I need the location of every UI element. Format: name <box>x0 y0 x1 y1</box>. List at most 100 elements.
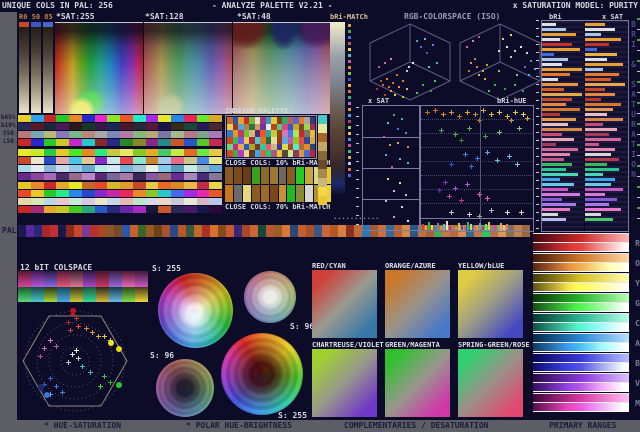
primary-range-bar-light <box>533 383 629 392</box>
strip-segment <box>196 115 210 122</box>
strip-segment <box>94 149 108 156</box>
primary-range-bar-light <box>533 323 629 332</box>
unique-cols-label: UNIQUE COLS IN PAL: 256 <box>2 1 113 10</box>
xsat-point <box>401 118 403 120</box>
bri-match-dot <box>348 102 351 105</box>
strip-segment <box>107 123 120 130</box>
cube-point <box>528 74 530 76</box>
primary-range-letter: B <box>635 359 640 368</box>
strip-segment <box>145 131 159 138</box>
strip-segment <box>171 123 184 130</box>
colspace-tile <box>109 271 122 287</box>
strip-segment <box>94 173 108 180</box>
strip-segment <box>18 165 31 172</box>
strip-segment <box>196 198 210 205</box>
cube-point <box>472 40 474 42</box>
strip-segment <box>132 115 146 122</box>
bri-bar <box>542 63 562 66</box>
bri-hue-point <box>521 212 522 213</box>
hue-sat-point <box>72 354 73 355</box>
bri-hue-point <box>497 160 498 161</box>
strip-segment <box>81 157 95 164</box>
cube-point <box>430 90 432 92</box>
cube-point <box>482 70 484 72</box>
cube-point <box>390 90 392 92</box>
cube-point <box>382 84 384 86</box>
strip-label-b65: b65% <box>1 114 16 121</box>
rug-tick <box>470 224 472 230</box>
complementary-cell: GREEN/MAGENTA <box>385 341 458 420</box>
primary-range-bar-light <box>533 303 629 312</box>
cube-point <box>522 90 524 92</box>
strip-segment <box>132 206 146 213</box>
rug-tick <box>503 225 505 230</box>
bri-bar <box>542 88 564 91</box>
bri-bar <box>542 23 556 26</box>
strip-segment <box>69 206 82 213</box>
strip-segment <box>120 149 133 156</box>
cube-wireframe <box>369 23 451 101</box>
strip-label-b10: b10% <box>1 122 16 129</box>
bri-match-dot <box>348 42 351 45</box>
gray-ramp-50 <box>31 27 41 113</box>
xsat-point <box>391 166 393 168</box>
pal-segment <box>42 225 50 237</box>
pal-segment <box>162 225 170 237</box>
rug-tick <box>467 222 469 230</box>
cube-point <box>478 36 480 38</box>
disk1-label: S: 255 <box>152 264 181 273</box>
hue-sat-point <box>50 378 51 379</box>
strip-segment <box>43 139 57 146</box>
bri-hue-point <box>455 134 456 135</box>
strip-segment <box>30 131 44 138</box>
complementary-label: ORANGE/AZURE <box>385 262 436 270</box>
xsat-point <box>401 206 403 208</box>
cube-point <box>416 92 418 94</box>
strip-segment <box>183 165 197 172</box>
sat-bar <box>585 168 619 171</box>
strip-segment <box>56 182 69 189</box>
strip-segment <box>171 190 184 197</box>
complementary-cell: SPRING-GREEN/ROSE <box>458 341 531 420</box>
bri-hue-point <box>451 164 452 165</box>
rug-tick <box>500 223 502 230</box>
pal-segment <box>338 225 346 237</box>
bri-bar <box>542 218 566 221</box>
primary-range-bar-light <box>533 403 629 412</box>
strip-segment <box>94 198 108 205</box>
rug-tick <box>452 225 454 230</box>
rug-tick <box>506 224 508 230</box>
pal-segment <box>114 225 122 237</box>
cube-point <box>510 56 512 58</box>
strip-segment <box>145 173 159 180</box>
cube-point <box>376 88 378 90</box>
strip-segment <box>107 139 120 146</box>
hue-sat-point <box>90 372 91 373</box>
strip-segment <box>56 149 69 156</box>
rug-tick <box>425 226 427 230</box>
bri-hue-point <box>483 110 484 111</box>
strip-segment <box>69 123 82 130</box>
cube-point <box>466 46 468 48</box>
bri-match-strip <box>330 22 345 194</box>
cube-point <box>388 86 390 88</box>
strip-segment <box>183 173 197 180</box>
strip-label-s50: S50 <box>3 130 14 137</box>
strip-segment <box>120 173 133 180</box>
rug-tick <box>434 227 436 230</box>
polar-disk-s255-bottom <box>221 333 303 415</box>
sat-bar <box>585 213 601 216</box>
bri-match-dot <box>348 36 351 39</box>
hue-sat-primary-dot <box>108 340 114 346</box>
sat-bar <box>585 28 615 31</box>
strip-segment <box>209 165 222 172</box>
palette-swatch <box>309 136 315 144</box>
sat-bar <box>585 93 615 96</box>
sat-bar <box>585 43 609 46</box>
sat-bar <box>585 88 605 91</box>
pal-segment <box>346 225 354 237</box>
strip-segment <box>94 165 108 172</box>
cube-point <box>422 84 424 86</box>
hue-sat-point <box>50 394 51 395</box>
strip-segment <box>107 149 120 156</box>
